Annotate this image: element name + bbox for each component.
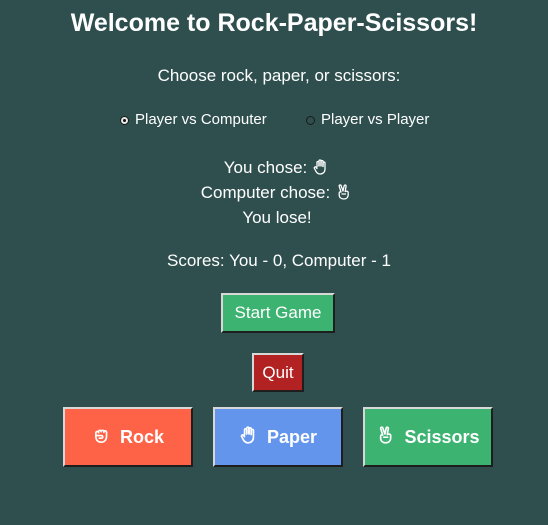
radio-button-checked[interactable] bbox=[120, 115, 129, 125]
page-title: Welcome to Rock-Paper-Scissors! bbox=[70, 9, 478, 37]
quit-button[interactable]: Quit bbox=[252, 353, 304, 392]
mode-option-player-vs-player[interactable]: Player vs Player bbox=[306, 110, 429, 130]
start-game-button[interactable]: Start Game bbox=[221, 293, 335, 333]
mode-option-player-vs-computer[interactable]: Player vs Computer bbox=[120, 110, 267, 130]
player-choice-line: You chose: bbox=[0, 157, 548, 182]
scissors-hand-icon bbox=[376, 425, 396, 450]
result-panel: You chose: Computer chose: You lose! bbox=[0, 157, 548, 229]
player-choice-label: You chose: bbox=[223, 158, 308, 177]
round-outcome: You lose! bbox=[242, 208, 312, 227]
choice-prompt: Choose rock, paper, or scissors: bbox=[157, 66, 401, 85]
mode-label: Player vs Player bbox=[321, 111, 430, 128]
radio-button-unchecked[interactable] bbox=[306, 115, 315, 125]
scissors-button[interactable]: Scissors bbox=[363, 407, 493, 467]
rock-hand-icon bbox=[92, 425, 112, 450]
paper-hand-icon bbox=[239, 425, 259, 450]
paper-hand-icon bbox=[312, 158, 330, 182]
computer-choice-label: Computer chose: bbox=[200, 183, 331, 202]
paper-button-label: Paper bbox=[266, 426, 318, 447]
paper-button[interactable]: Paper bbox=[213, 407, 343, 467]
rock-button[interactable]: Rock bbox=[63, 407, 193, 467]
score-display: Scores: You - 0, Computer - 1 bbox=[167, 251, 391, 270]
mode-label: Player vs Computer bbox=[135, 111, 267, 128]
game-mode-selector: Player vs Computer Player vs Player bbox=[0, 110, 548, 130]
computer-choice-line: Computer chose: bbox=[0, 182, 548, 207]
rock-button-label: Rock bbox=[119, 426, 164, 447]
scissors-hand-icon bbox=[335, 183, 353, 207]
scissors-button-label: Scissors bbox=[404, 426, 480, 447]
